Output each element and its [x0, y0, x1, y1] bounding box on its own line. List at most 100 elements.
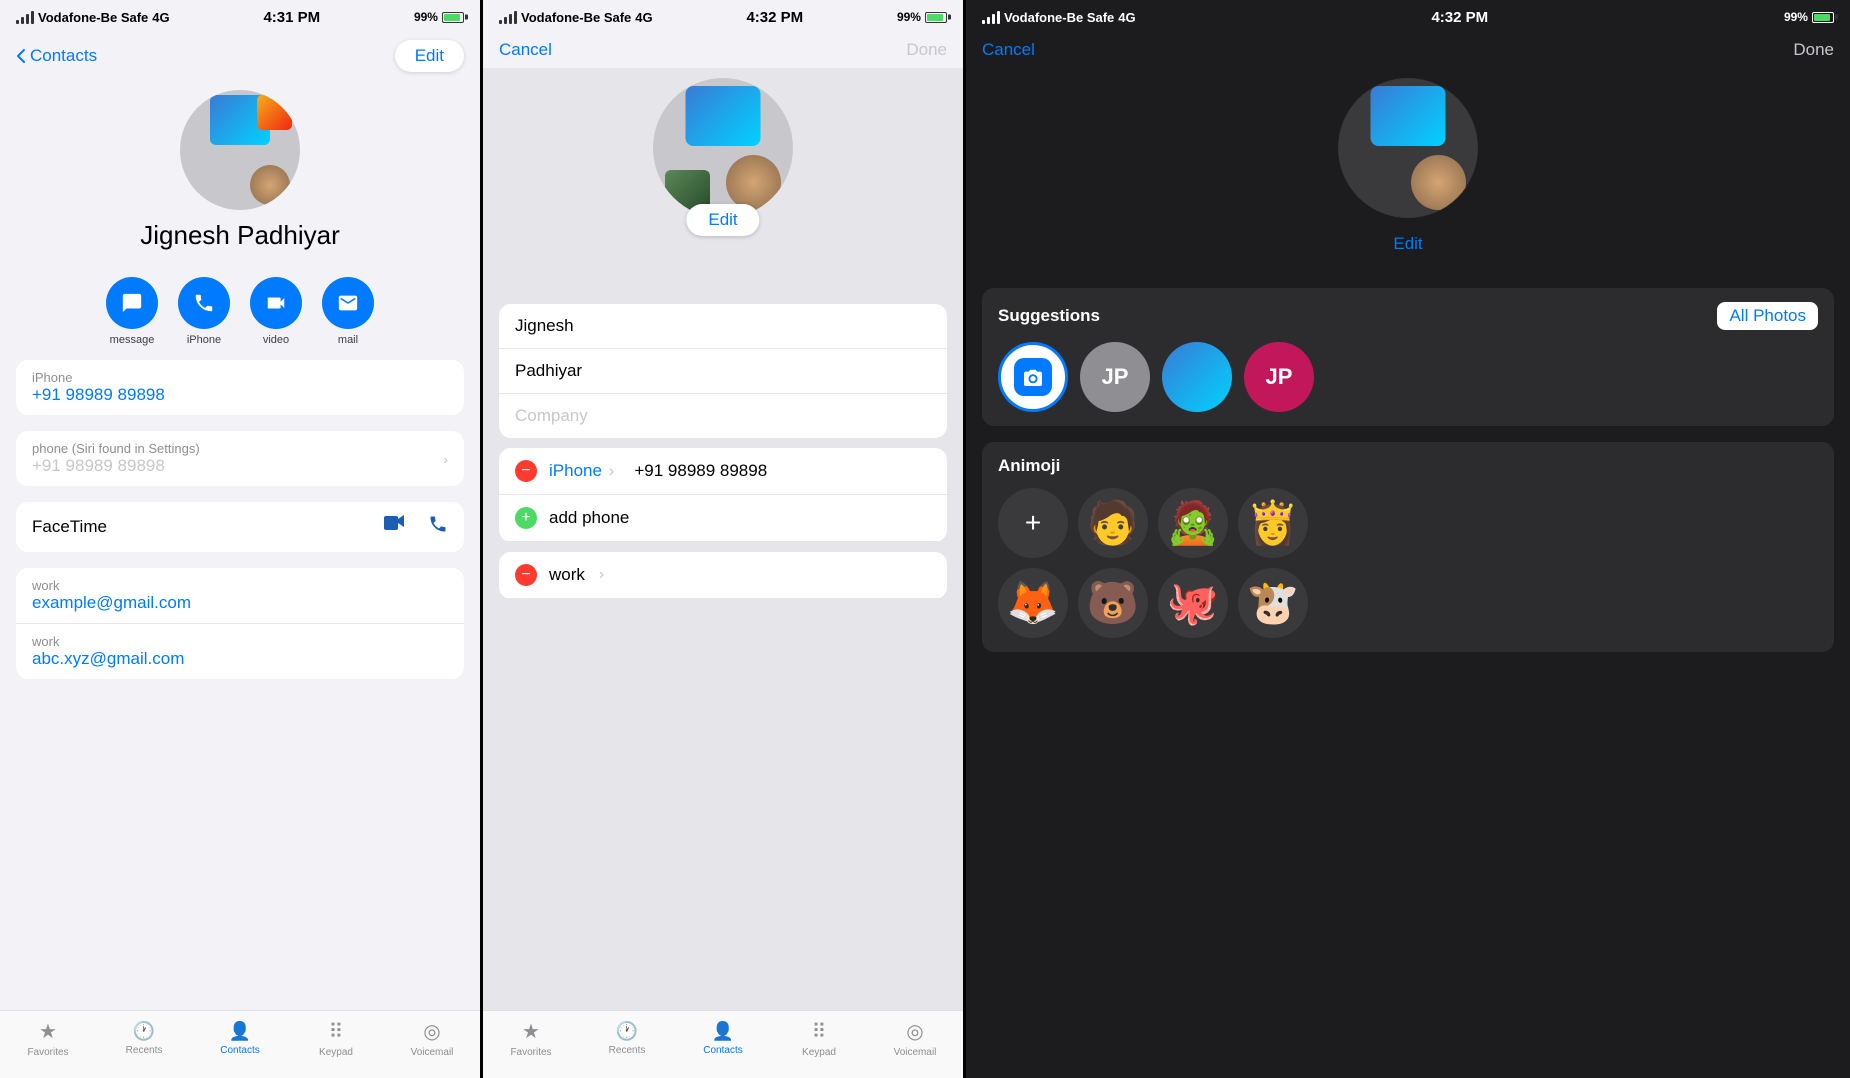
facetime-video-icon[interactable] [384, 514, 408, 540]
edit-avatar-section-3: Edit [966, 68, 1850, 238]
tab-voicemail-2[interactable]: ◎ Voicemail [867, 1019, 963, 1058]
time-3: 4:32 PM [1431, 9, 1488, 26]
tab-bar-1: ★ Favorites 🕐 Recents 👤 Contacts ⠿ Keypa… [0, 1010, 480, 1078]
battery-icon-3 [1812, 12, 1834, 23]
animoji-octopus[interactable]: 🐙 [1158, 568, 1228, 638]
facetime-label: FaceTime [32, 517, 107, 537]
animoji-row: + 🧑 🧟 👸 [998, 488, 1818, 558]
animoji-bear[interactable]: 🐻 [1078, 568, 1148, 638]
cancel-button-2[interactable]: Cancel [499, 40, 552, 60]
first-name-field[interactable]: Jignesh [499, 304, 947, 349]
top-nav-2: Cancel Done [483, 32, 963, 68]
battery-icon-1 [442, 12, 464, 23]
phone-chevron-icon: › [609, 461, 615, 480]
work-email-2[interactable]: abc.xyz@gmail.com [32, 649, 184, 669]
cancel-button-3[interactable]: Cancel [982, 40, 1035, 60]
minus-work-button[interactable]: − [515, 564, 537, 586]
screen3: Vodafone-Be Safe 4G 4:32 PM 99% Cancel D… [966, 0, 1850, 1078]
work-section: work example@gmail.com work abc.xyz@gmai… [16, 568, 464, 679]
form-section-2: Jignesh Padhiyar Company [499, 304, 947, 438]
contacts-icon: 👤 [229, 1021, 251, 1042]
tab-bar-2: ★ Favorites 🕐 Recents 👤 Contacts ⠿ Keypa… [483, 1010, 963, 1078]
network-3: 4G [1118, 10, 1135, 25]
animoji-add-button[interactable]: + [998, 488, 1068, 558]
screen1: Vodafone-Be Safe 4G 4:31 PM 99% Contacts… [0, 0, 480, 1078]
time-2: 4:32 PM [746, 9, 803, 26]
top-nav-1: Contacts Edit [0, 32, 480, 80]
tab-recents-1[interactable]: 🕐 Recents [96, 1021, 192, 1056]
signal-icon-2 [499, 11, 517, 24]
tab-voicemail-1[interactable]: ◎ Voicemail [384, 1019, 480, 1058]
avatar-2[interactable] [653, 78, 793, 218]
tab-recents-label: Recents [126, 1045, 163, 1056]
jp-gray-suggestion[interactable]: JP [1080, 342, 1150, 412]
edit-overlay-btn-2[interactable]: Edit [686, 204, 759, 236]
work-type-label: work [549, 565, 585, 585]
battery-pct-3: 99% [1784, 10, 1808, 24]
phone-edit-row: − iPhone › +91 98989 89898 [499, 448, 947, 495]
animoji-man[interactable]: 🧑 [1078, 488, 1148, 558]
work-row-edit: − work › [499, 552, 947, 599]
animoji-zombie[interactable]: 🧟 [1158, 488, 1228, 558]
animoji-title: Animoji [998, 456, 1818, 476]
jp-pink-suggestion[interactable]: JP [1244, 342, 1314, 412]
action-phone[interactable]: iPhone [178, 277, 230, 346]
company-field[interactable]: Company [499, 394, 947, 438]
status-bar-3: Vodafone-Be Safe 4G 4:32 PM 99% [966, 0, 1850, 32]
suggestions-title: Suggestions [998, 306, 1100, 326]
action-phone-label: iPhone [187, 334, 221, 346]
top-nav-3: Cancel Done [966, 32, 1850, 68]
camera-suggestion[interactable] [998, 342, 1068, 412]
recents-icon: 🕐 [133, 1021, 155, 1042]
last-name-field[interactable]: Padhiyar [499, 349, 947, 394]
tab-favorites-2[interactable]: ★ Favorites [483, 1019, 579, 1058]
minus-button[interactable]: − [515, 460, 537, 482]
tab-keypad-label: Keypad [319, 1047, 353, 1058]
edit-avatar-section-2: Edit [483, 68, 963, 268]
work-section-edit: − work › [499, 552, 947, 599]
avatar-3[interactable] [1338, 78, 1478, 218]
animoji-cow[interactable]: 🐮 [1238, 568, 1308, 638]
edit-button-1[interactable]: Edit [395, 40, 464, 72]
iphone-number[interactable]: +91 98989 89898 [32, 385, 165, 405]
add-phone-row[interactable]: + add phone [499, 495, 947, 542]
plus-button[interactable]: + [515, 507, 537, 529]
all-photos-button[interactable]: All Photos [1717, 302, 1818, 330]
carrier-2: Vodafone-Be Safe [521, 10, 631, 25]
status-bar-1: Vodafone-Be Safe 4G 4:31 PM 99% [0, 0, 480, 32]
battery-icon-2 [925, 12, 947, 23]
tab-favorites-1[interactable]: ★ Favorites [0, 1019, 96, 1058]
suggestions-header: Suggestions All Photos [998, 302, 1818, 330]
animoji-section: Animoji + 🧑 🧟 👸 🦊 🐻 [982, 442, 1834, 652]
action-video[interactable]: video [250, 277, 302, 346]
done-button-2: Done [906, 40, 947, 60]
facetime-audio-icon[interactable] [428, 514, 448, 540]
avatar-section-1: Jignesh Padhiyar [0, 80, 480, 267]
edit-link-button-3[interactable]: Edit [1393, 234, 1422, 254]
star-icon-2: ★ [522, 1019, 540, 1044]
work-email-1-row: work example@gmail.com [16, 568, 464, 624]
siri-label: phone (Siri found in Settings) [32, 441, 200, 456]
action-mail[interactable]: mail [322, 277, 374, 346]
avatar-1 [180, 90, 300, 210]
work-email-1[interactable]: example@gmail.com [32, 593, 191, 613]
back-label-1: Contacts [30, 46, 97, 66]
tab-recents-2[interactable]: 🕐 Recents [579, 1021, 675, 1056]
back-button-1[interactable]: Contacts [16, 46, 97, 66]
tab-keypad-1[interactable]: ⠿ Keypad [288, 1019, 384, 1058]
animoji-princess[interactable]: 👸 [1238, 488, 1308, 558]
action-message[interactable]: message [106, 277, 158, 346]
siri-row[interactable]: phone (Siri found in Settings) +91 98989… [16, 431, 464, 486]
photo-suggestion[interactable] [1162, 342, 1232, 412]
add-phone-label: add phone [549, 508, 629, 528]
signal-icon [16, 11, 34, 24]
animoji-fox[interactable]: 🦊 [998, 568, 1068, 638]
phone-number-edit[interactable]: +91 98989 89898 [634, 461, 767, 481]
tab-contacts-1[interactable]: 👤 Contacts [192, 1021, 288, 1056]
suggestions-section: Suggestions All Photos JP [982, 288, 1834, 426]
iphone-row: iPhone +91 98989 89898 [16, 360, 464, 415]
tab-keypad-2[interactable]: ⠿ Keypad [771, 1019, 867, 1058]
phone-type-label[interactable]: iPhone › [549, 461, 614, 481]
battery-pct-2: 99% [897, 10, 921, 24]
tab-contacts-2[interactable]: 👤 Contacts [675, 1021, 771, 1056]
